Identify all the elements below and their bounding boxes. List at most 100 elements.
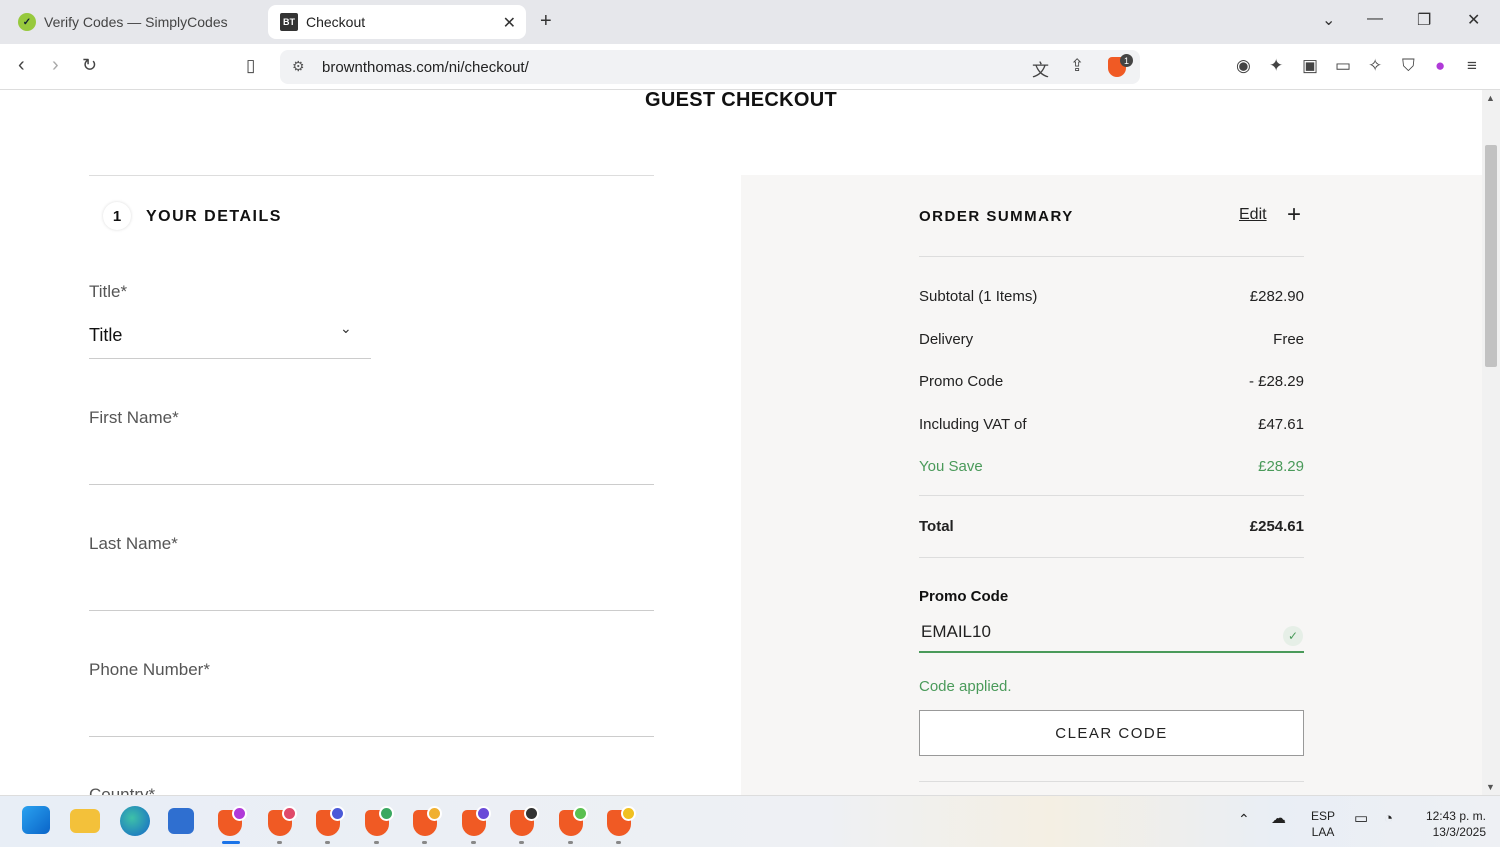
leo-ai-icon[interactable]: ◉ [1236, 56, 1251, 76]
running-indicator [568, 841, 573, 844]
back-icon[interactable]: ‹ [18, 54, 25, 77]
taskbar: ⌃ ☁ ESP LAA ▭ ◔ 12:43 p. m. 13/3/2025 [0, 795, 1500, 847]
network-icon[interactable]: ▭ [1354, 811, 1368, 827]
bt-icon: BT [280, 13, 298, 31]
brave-window-icon[interactable] [607, 806, 636, 836]
edge-icon[interactable] [120, 806, 150, 836]
delivery-value: Free [1273, 331, 1304, 348]
running-indicator [471, 841, 476, 844]
url-text: brownthomas.com/ni/checkout/ [322, 58, 529, 76]
total-label: Total [919, 518, 954, 535]
onedrive-icon[interactable]: ☁ [1271, 811, 1286, 827]
sparkle-icon[interactable]: ✧ [1368, 56, 1382, 76]
expand-icon[interactable]: + [1287, 201, 1301, 229]
running-indicator [374, 841, 379, 844]
summary-title: ORDER SUMMARY [919, 208, 1074, 225]
brave-window-icon[interactable] [218, 806, 247, 836]
brave-window-icon[interactable] [365, 806, 394, 836]
edit-link[interactable]: Edit [1239, 206, 1267, 224]
vat-label: Including VAT of [919, 416, 1027, 433]
last-name-label: Last Name* [89, 534, 178, 553]
running-indicator [519, 841, 524, 844]
extensions-icon[interactable]: ✦ [1269, 56, 1283, 76]
running-indicator [277, 841, 282, 844]
tab-bar: ✓ Verify Codes — SimplyCodes BT Checkout… [0, 0, 1500, 44]
first-name-label: First Name* [89, 408, 179, 427]
browser-toolbar: ‹ › ↻ ▯ ⚙ brownthomas.com/ni/checkout/ 文… [0, 44, 1500, 90]
file-explorer-icon[interactable] [70, 809, 100, 833]
clock[interactable]: 12:43 p. m. 13/3/2025 [1412, 808, 1486, 840]
divider [89, 175, 654, 176]
promo-code-input[interactable]: EMAIL10 [919, 613, 1304, 653]
promo-applied-message: Code applied. [919, 678, 1012, 695]
keyboard-layout: LAA [1311, 825, 1335, 839]
shield-badge: 1 [1120, 54, 1133, 67]
vpn-icon[interactable]: ⛉ [1402, 56, 1415, 76]
total-value: £254.61 [1249, 518, 1304, 535]
active-indicator [222, 841, 240, 844]
check-icon: ✓ [1283, 626, 1303, 646]
divider [919, 781, 1304, 782]
you-save-value: £28.29 [1258, 458, 1304, 475]
wallet-icon[interactable]: ▭ [1335, 56, 1351, 76]
clear-code-button[interactable]: CLEAR CODE [919, 710, 1304, 756]
brave-window-icon[interactable] [462, 806, 491, 836]
bookmark-icon[interactable]: ▯ [246, 56, 255, 76]
reload-icon[interactable]: ↻ [82, 55, 97, 76]
brave-window-icon[interactable] [413, 806, 442, 836]
close-tab-icon[interactable]: ✕ [503, 13, 516, 33]
site-settings-icon[interactable]: ⚙ [292, 58, 305, 75]
store-icon[interactable] [168, 808, 194, 834]
brave-window-icon[interactable] [316, 806, 345, 836]
translate-icon[interactable]: 文 [1032, 56, 1049, 81]
forward-icon[interactable]: › [52, 54, 59, 77]
share-icon[interactable]: ⇪ [1070, 56, 1084, 76]
clock-time: 12:43 p. m. [1425, 809, 1486, 823]
windows-start-icon[interactable] [22, 806, 50, 834]
title-label: Title* [89, 282, 128, 301]
subtotal-value: £282.90 [1249, 288, 1304, 305]
scrollbar[interactable]: ▲ ▼ [1482, 90, 1500, 795]
tab-list-icon[interactable]: ⌄ [1322, 10, 1335, 30]
running-indicator [616, 841, 621, 844]
country-label: Country* [89, 785, 156, 795]
menu-icon[interactable]: ≡ [1467, 56, 1477, 76]
promo-code-label: Promo Code [919, 588, 1009, 605]
clock-date: 13/3/2025 [1432, 825, 1486, 839]
brave-window-icon[interactable] [268, 806, 297, 836]
phone-field[interactable] [89, 736, 654, 737]
first-name-field[interactable] [89, 484, 654, 485]
title-select-underline [89, 358, 371, 359]
delivery-label: Delivery [919, 331, 974, 348]
sidebar-icon[interactable]: ▣ [1302, 56, 1318, 76]
volume-icon[interactable]: ◔ [1384, 811, 1393, 827]
address-bar[interactable]: ⚙ brownthomas.com/ni/checkout/ [280, 50, 1140, 84]
divider [919, 557, 1304, 558]
brave-window-icon[interactable] [559, 806, 588, 836]
profile-icon[interactable]: ● [1435, 56, 1445, 76]
simplycodes-icon: ✓ [18, 13, 36, 31]
divider [919, 495, 1304, 496]
chevron-down-icon[interactable]: ⌄ [340, 320, 352, 337]
scroll-up-icon[interactable]: ▲ [1486, 93, 1495, 103]
scroll-thumb[interactable] [1485, 145, 1497, 367]
minimize-icon[interactable]: — [1367, 10, 1383, 28]
subtotal-label: Subtotal (1 Items) [919, 288, 1038, 305]
brave-window-icon[interactable] [510, 806, 539, 836]
tab-simplycodes[interactable]: ✓ Verify Codes — SimplyCodes [8, 5, 258, 39]
vat-value: £47.61 [1258, 416, 1304, 433]
maximize-icon[interactable]: ❐ [1417, 10, 1431, 30]
phone-label: Phone Number* [89, 660, 210, 679]
you-save-label: You Save [919, 458, 983, 475]
tab-checkout[interactable]: BT Checkout ✕ [268, 5, 526, 39]
new-tab-icon[interactable]: + [540, 10, 552, 33]
step-number: 1 [103, 202, 131, 230]
last-name-field[interactable] [89, 610, 654, 611]
language-indicator[interactable]: ESP LAA [1306, 808, 1340, 840]
language-code: ESP [1310, 809, 1335, 823]
title-select[interactable]: Title [89, 325, 122, 346]
scroll-down-icon[interactable]: ▼ [1486, 782, 1495, 792]
chevron-up-icon[interactable]: ⌃ [1238, 811, 1250, 827]
tab-label: Checkout [306, 14, 366, 30]
close-window-icon[interactable]: ✕ [1467, 10, 1480, 30]
